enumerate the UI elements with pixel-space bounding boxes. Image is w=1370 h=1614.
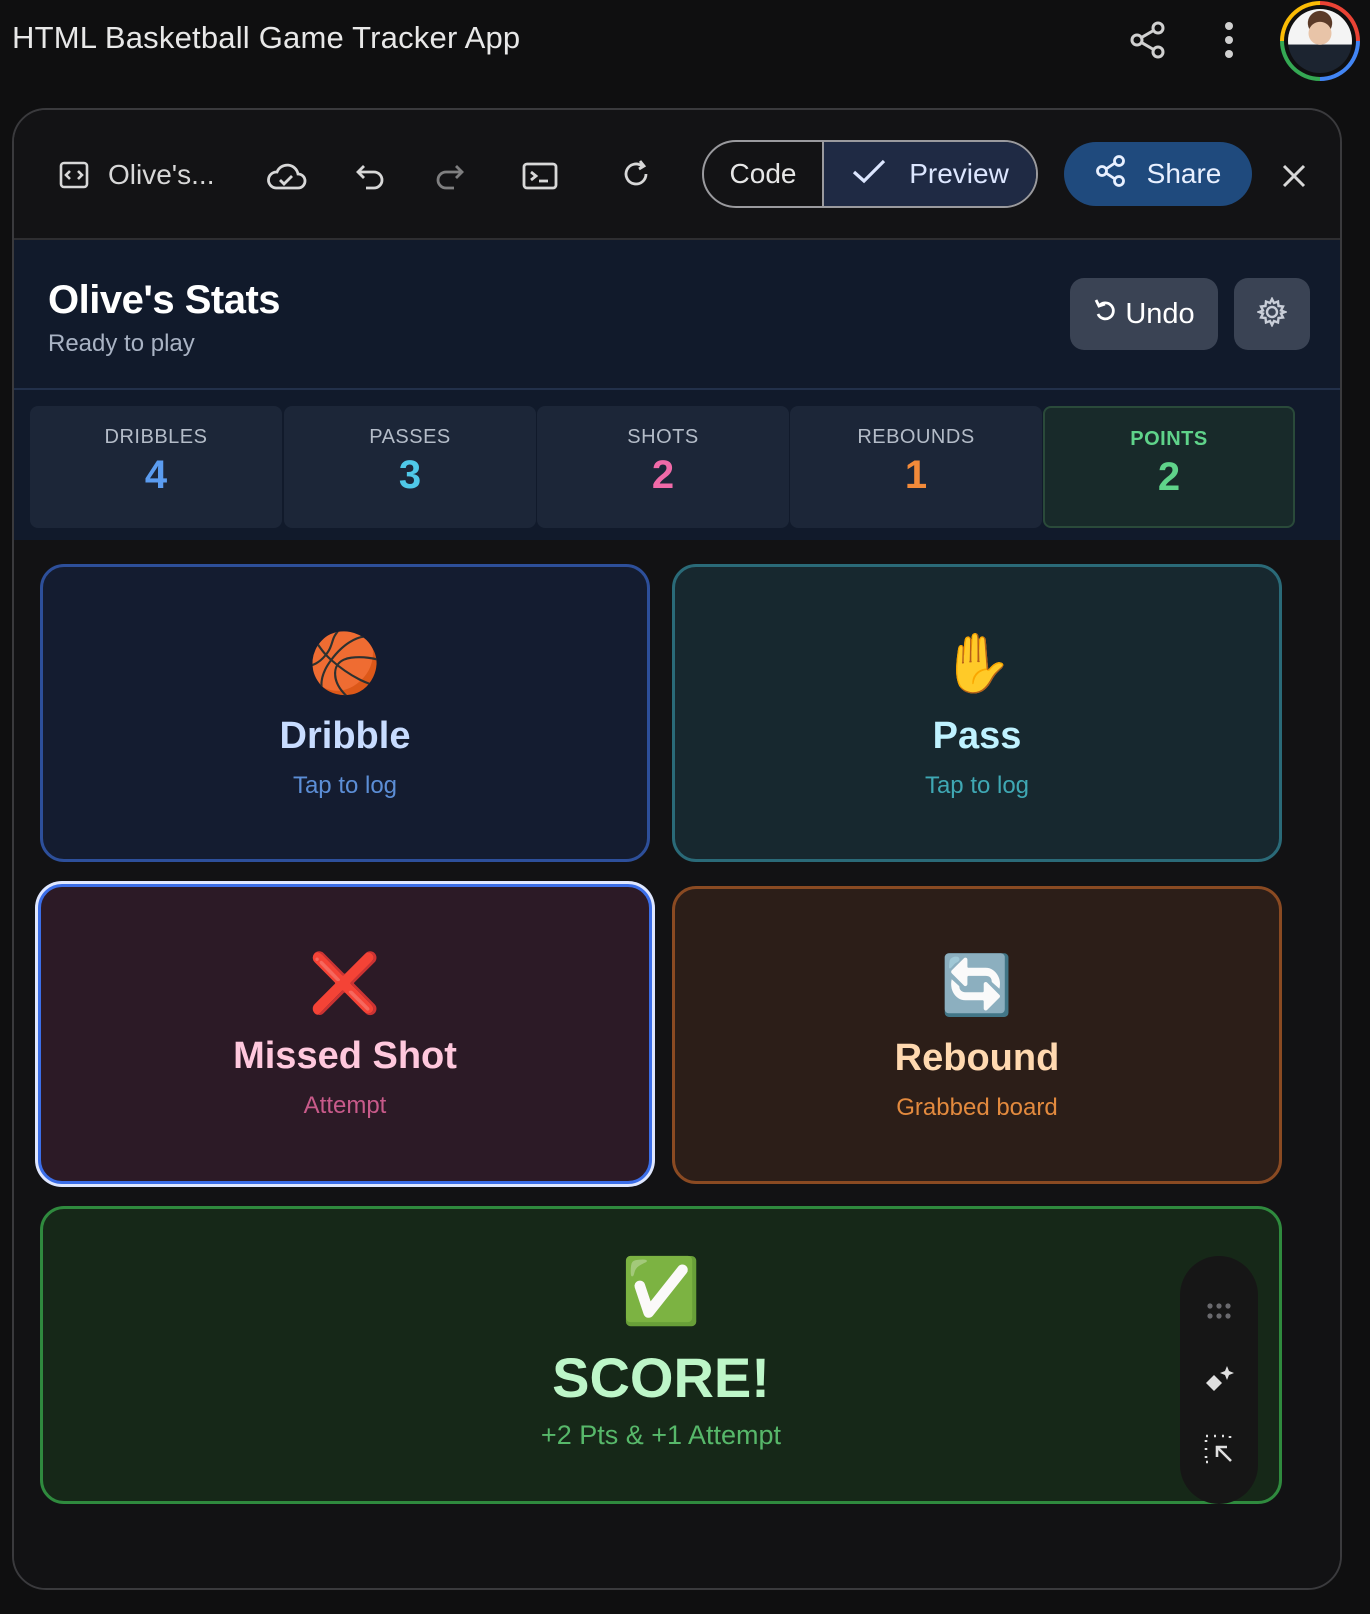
action-title: SCORE! [552, 1346, 770, 1409]
share-label: Share [1146, 158, 1222, 189]
action-subtitle: Tap to log [292, 772, 398, 799]
undo-button[interactable]: Undo [1070, 278, 1218, 350]
rebound-button[interactable]: 🔄 Rebound Grabbed board [672, 886, 1282, 1184]
canvas-panel: Olive's... Code Preview Share Olive's St… [12, 108, 1342, 1590]
score-button[interactable]: ✅ SCORE! +2 Pts & +1 Attempt [40, 1206, 1282, 1504]
stat-points: POINTS 2 [1043, 406, 1295, 528]
share-icon [1095, 154, 1127, 195]
game-status: Ready to play [48, 330, 195, 357]
stat-value: 3 [398, 453, 422, 497]
app-title: HTML Basketball Game Tracker App [12, 20, 521, 55]
dribble-button[interactable]: 🏀 Dribble Tap to log [40, 564, 650, 862]
more-vertical-icon[interactable] [1214, 18, 1244, 62]
hand-icon: ✋ [940, 631, 1014, 696]
share-button[interactable]: Share [1064, 142, 1252, 206]
file-name-button[interactable]: Olive's... [58, 150, 214, 200]
page-title: Olive's Stats [48, 278, 281, 322]
pass-button[interactable]: ✋ Pass Tap to log [672, 564, 1282, 862]
select-element-icon[interactable] [1201, 1431, 1237, 1467]
missed-shot-button[interactable]: ❌ Missed Shot Attempt [38, 884, 652, 1184]
undo-arrow-icon [1093, 297, 1117, 331]
stat-rebounds: REBOUNDS 1 [790, 406, 1042, 528]
file-name-label: Olive's... [108, 159, 215, 190]
action-subtitle: Grabbed board [896, 1094, 1058, 1121]
stat-label: REBOUNDS [857, 426, 975, 448]
stat-value: 2 [651, 453, 675, 497]
share-icon[interactable] [1128, 20, 1168, 60]
gear-icon [1255, 295, 1289, 332]
editor-toolbar: Olive's... Code Preview Share [14, 110, 1340, 240]
action-subtitle: Attempt [303, 1092, 387, 1119]
stat-shots: SHOTS 2 [537, 406, 789, 528]
check-mark-icon: ✅ [621, 1255, 701, 1327]
action-title: Missed Shot [233, 1035, 457, 1077]
cross-mark-icon: ❌ [308, 951, 382, 1016]
check-icon [851, 157, 887, 192]
stat-dribbles: DRIBBLES 4 [30, 406, 282, 528]
terminal-icon[interactable] [520, 156, 560, 196]
action-title: Dribble [279, 715, 411, 757]
redo-icon[interactable] [432, 156, 468, 196]
sparkle-edit-icon[interactable] [1201, 1362, 1237, 1398]
stat-passes: PASSES 3 [284, 406, 536, 528]
avatar[interactable] [1280, 1, 1360, 81]
basketball-icon: 🏀 [308, 631, 382, 696]
tab-code[interactable]: Code [704, 142, 824, 206]
view-toggle: Code Preview [702, 140, 1038, 208]
close-icon[interactable] [1276, 156, 1312, 196]
undo-label: Undo [1125, 297, 1195, 330]
stat-value: 4 [144, 453, 168, 497]
stat-value: 1 [904, 453, 928, 497]
stat-label: PASSES [369, 426, 451, 448]
tab-preview[interactable]: Preview [824, 142, 1036, 206]
tab-preview-label: Preview [909, 158, 1009, 189]
action-title: Rebound [894, 1037, 1060, 1079]
stat-label: DRIBBLES [104, 426, 208, 448]
drag-handle-icon[interactable] [1201, 1293, 1237, 1329]
stats-bar: DRIBBLES 4 PASSES 3 SHOTS 2 REBOUNDS 1 P… [14, 390, 1340, 540]
floating-tool-pill [1180, 1256, 1258, 1504]
cloud-saved-icon[interactable] [264, 156, 308, 196]
action-title: Pass [932, 715, 1022, 757]
refresh-icon[interactable] [616, 154, 656, 194]
tracker-header: Olive's Stats Ready to play Undo [14, 240, 1340, 390]
action-subtitle: Tap to log [924, 772, 1030, 799]
stat-label: SHOTS [627, 426, 699, 448]
action-subtitle: +2 Pts & +1 Attempt [540, 1420, 782, 1450]
stat-label: POINTS [1130, 428, 1208, 450]
stat-value: 2 [1157, 455, 1181, 499]
undo-icon[interactable] [352, 156, 388, 196]
action-grid: 🏀 Dribble Tap to log ✋ Pass Tap to log ❌… [14, 540, 1340, 1588]
cycle-arrows-icon: 🔄 [940, 953, 1014, 1018]
app-bar: HTML Basketball Game Tracker App [0, 0, 1370, 81]
settings-button[interactable] [1234, 278, 1310, 350]
code-file-icon [58, 159, 90, 191]
